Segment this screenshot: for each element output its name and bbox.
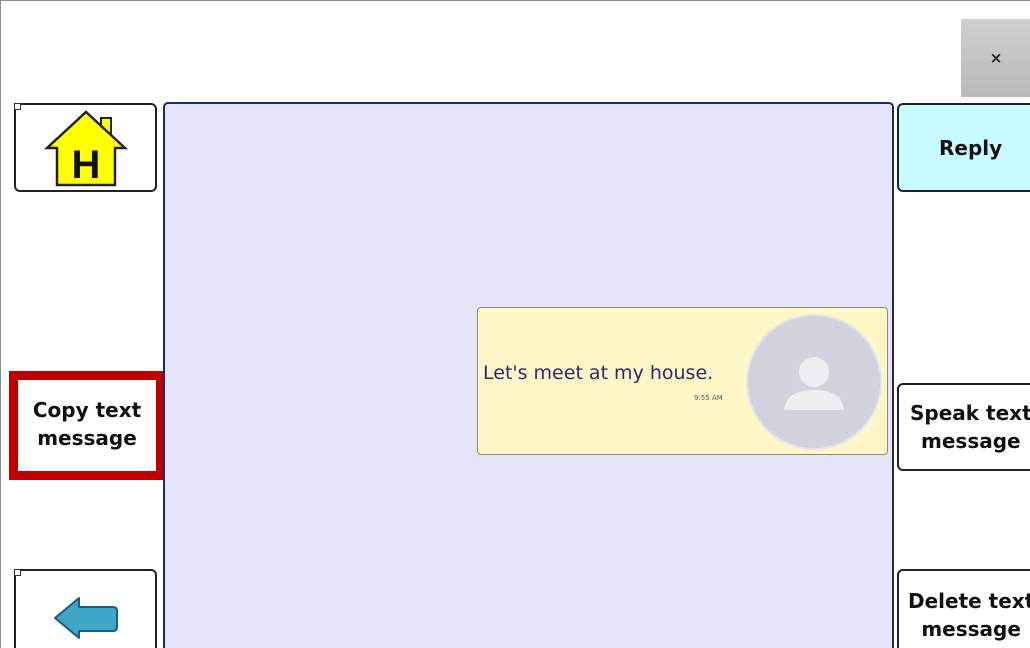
delete-text-message-label: Delete text message — [908, 589, 1030, 641]
app-window: × H Copy text message Let's meet at my h… — [0, 0, 1030, 648]
reply-button[interactable]: Reply — [897, 103, 1030, 192]
tile-corner-marker — [14, 103, 21, 110]
copy-text-message-button[interactable]: Copy text message — [9, 371, 165, 480]
home-button[interactable]: H — [14, 103, 157, 192]
message-text: Let's meet at my house. — [483, 362, 714, 384]
copy-text-message-label: Copy text message — [32, 397, 142, 450]
avatar — [746, 314, 882, 450]
tile-corner-marker — [14, 569, 21, 576]
reply-label: Reply — [939, 135, 1003, 160]
message-timestamp: 9:55 AM — [694, 394, 723, 402]
house-letter: H — [71, 143, 100, 187]
message-bubble[interactable]: Let's meet at my house. 9:55 AM — [477, 307, 888, 455]
close-icon: × — [989, 49, 1003, 67]
house-icon: H — [43, 109, 128, 187]
conversation-panel: Let's meet at my house. 9:55 AM — [163, 102, 894, 648]
speak-text-message-button[interactable]: Speak text message — [897, 383, 1030, 471]
left-arrow-icon — [53, 597, 118, 639]
delete-text-message-button[interactable]: Delete text message — [897, 569, 1030, 648]
back-button[interactable] — [14, 569, 157, 648]
person-silhouette-icon — [784, 357, 844, 410]
close-button[interactable]: × — [961, 19, 1030, 97]
speak-text-message-label: Speak text message — [910, 401, 1030, 453]
